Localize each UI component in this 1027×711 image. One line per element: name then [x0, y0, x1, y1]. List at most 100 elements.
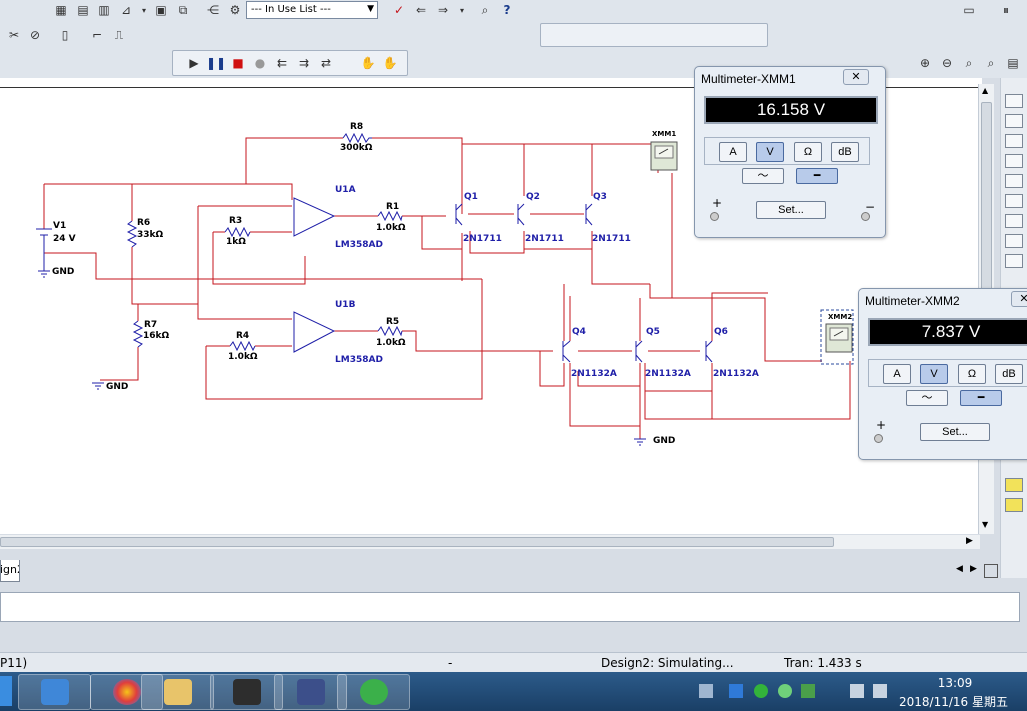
xmm1-mode-ohm[interactable]: Ω [794, 142, 822, 162]
xmm1-mode-a[interactable]: A [719, 142, 747, 162]
back-annotate-icon[interactable]: ⇐ [412, 1, 430, 19]
scroll-down-icon[interactable]: ▼ [982, 520, 988, 529]
toolbar-tree-icon[interactable]: ⋲ [204, 1, 222, 19]
taskbar-explorer-app[interactable] [18, 674, 91, 710]
toolbar-grid-icon[interactable]: ▤ [74, 1, 92, 19]
grid-tray-icon[interactable] [729, 684, 743, 698]
connector-tool-icon[interactable]: ⌐ [88, 26, 106, 44]
taskbar-wechat-app[interactable] [337, 674, 410, 710]
r8-label: R8 [350, 122, 363, 132]
run-icon[interactable]: ▶ [185, 54, 203, 72]
toolbar-spreadsheet-icon[interactable]: ▥ [95, 1, 113, 19]
shield-tray-icon[interactable] [801, 684, 815, 698]
plus-tray-icon[interactable] [754, 684, 768, 698]
zoom-area-icon[interactable]: ⌕ [960, 54, 978, 72]
xmm1-symbol[interactable] [650, 141, 678, 171]
counter-tool-icon[interactable] [1005, 214, 1023, 228]
taskbar-folder-app[interactable] [141, 674, 214, 710]
horizontal-scrollbar[interactable]: ▶ [0, 535, 980, 549]
tab-design2[interactable]: Design2 [0, 560, 20, 582]
scope4-tool-icon[interactable] [1005, 174, 1023, 188]
xmm1-plus-terminal[interactable] [710, 212, 719, 221]
xmm1-label: XMM1 [652, 130, 676, 138]
status-tran: Tran: 1.433 s [784, 656, 862, 670]
r5-label: R5 [386, 317, 399, 327]
probe-hand2-icon[interactable]: ✋ [381, 54, 399, 72]
help-icon[interactable]: ? [498, 1, 516, 19]
generator-tool-icon[interactable] [1005, 114, 1023, 128]
tab-nav-right-icon[interactable]: ▶ [970, 564, 984, 578]
zoom-fit-icon[interactable]: ⌕ [982, 54, 1000, 72]
xmm2-dc-button[interactable]: ━ [960, 390, 1002, 406]
tab-list-icon[interactable] [984, 564, 998, 578]
probe-1-icon[interactable]: ⇇ [273, 54, 291, 72]
logic-tool-icon[interactable] [1005, 254, 1023, 268]
probe-2-icon[interactable]: ⇉ [295, 54, 313, 72]
pause-window-icon[interactable]: ⏸ [993, 1, 1019, 19]
multimeter-xmm1-window[interactable]: Multimeter-XMM1 ✕ 16.158 V A V Ω dB 〜 ━ … [694, 66, 886, 238]
xmm2-plus-terminal[interactable] [874, 434, 883, 443]
start-button[interactable] [0, 676, 12, 706]
wechat-tray-icon[interactable] [778, 684, 792, 698]
xmm2-ac-button[interactable]: 〜 [906, 390, 948, 406]
xmm1-mode-v[interactable]: V [756, 142, 784, 162]
forward-annotate-icon[interactable]: ⇒ [434, 1, 452, 19]
output-panel[interactable] [0, 592, 1020, 622]
xmm2-mode-db[interactable]: dB [995, 364, 1023, 384]
volume-tray-icon[interactable] [873, 684, 887, 698]
zoom-out-icon[interactable]: ⊖ [938, 54, 956, 72]
xmm1-minus-terminal[interactable] [861, 212, 870, 221]
xmm1-set-button[interactable]: Set... [756, 201, 826, 219]
toolbar-wizard-icon[interactable]: ⚙ [226, 1, 244, 19]
oscilloscope-tool-icon[interactable] [1005, 154, 1023, 168]
xmm1-ac-button[interactable]: 〜 [742, 168, 784, 184]
network-tray-icon[interactable] [850, 684, 864, 698]
record-icon[interactable]: ● [251, 54, 269, 72]
probe-3-icon[interactable]: ⇄ [317, 54, 335, 72]
bode-tool-icon[interactable] [1005, 194, 1023, 208]
erc-check-icon[interactable]: ✓ [390, 1, 408, 19]
probe-hand-icon[interactable]: ✋ [359, 54, 377, 72]
toolbar-grapher-icon[interactable]: ⊿ [117, 1, 135, 19]
toolbar-db-icon[interactable]: ▣ [152, 1, 170, 19]
bus-tool-icon[interactable]: ⊘ [26, 26, 44, 44]
multimeter-xmm2-window[interactable]: Multimeter-XMM2 ✕ 7.837 V A V Ω dB 〜 ━ +… [858, 288, 1027, 460]
tab-nav-left-icon[interactable]: ◀ [956, 564, 970, 578]
wattmeter-tool-icon[interactable] [1005, 134, 1023, 148]
probe-tool-icon[interactable] [1005, 478, 1023, 492]
zoom-sheet-icon[interactable]: ▤ [1004, 54, 1022, 72]
clock-time[interactable]: 13:09 [935, 676, 975, 690]
in-use-list-select[interactable]: --- In Use List --- ▼ [246, 1, 378, 19]
ic-tool-icon[interactable]: ▯ [56, 26, 74, 44]
xmm1-dc-button[interactable]: ━ [796, 168, 838, 184]
xmm2-set-button[interactable]: Set... [920, 423, 990, 441]
step-tool-icon[interactable]: ⎍ [110, 26, 128, 44]
clock-date[interactable]: 2018/11/16 星期五 [899, 693, 1019, 710]
probe-search-icon[interactable]: ⌕ [476, 1, 494, 19]
xmm2-mode-ohm[interactable]: Ω [958, 364, 986, 384]
xmm2-close-button[interactable]: ✕ [1011, 291, 1027, 307]
xmm2-mode-a[interactable]: A [883, 364, 911, 384]
probe2-tool-icon[interactable] [1005, 498, 1023, 512]
window-layout-icon[interactable]: ▭ [955, 1, 983, 19]
multimeter-tool-icon[interactable] [1005, 94, 1023, 108]
toolbar-dropdown-icon-2[interactable]: ▾ [453, 1, 471, 19]
wire-tool-icon[interactable]: ✂ [5, 26, 23, 44]
scroll-up-icon[interactable]: ▲ [982, 86, 988, 95]
scroll-right-icon[interactable]: ▶ [966, 536, 973, 546]
taskbar-book-app[interactable] [210, 674, 283, 710]
stop-icon[interactable]: ■ [229, 54, 247, 72]
word-gen-tool-icon[interactable] [1005, 234, 1023, 248]
xmm1-close-button[interactable]: ✕ [843, 69, 869, 85]
keyboard-tray-icon[interactable] [699, 684, 713, 698]
horizontal-scroll-thumb[interactable] [0, 537, 834, 547]
xmm1-mode-db[interactable]: dB [831, 142, 859, 162]
toolbar-dropdown-icon[interactable]: ▾ [135, 1, 153, 19]
pause-icon[interactable]: ❚❚ [206, 54, 226, 72]
zoom-in-icon[interactable]: ⊕ [916, 54, 934, 72]
q2-label: Q2 [526, 192, 540, 202]
instrument-placeholder-bar [540, 23, 768, 47]
xmm2-mode-v[interactable]: V [920, 364, 948, 384]
toolbar-component-icon[interactable]: ▦ [52, 1, 70, 19]
toolbar-copy-icon[interactable]: ⧉ [174, 1, 192, 19]
